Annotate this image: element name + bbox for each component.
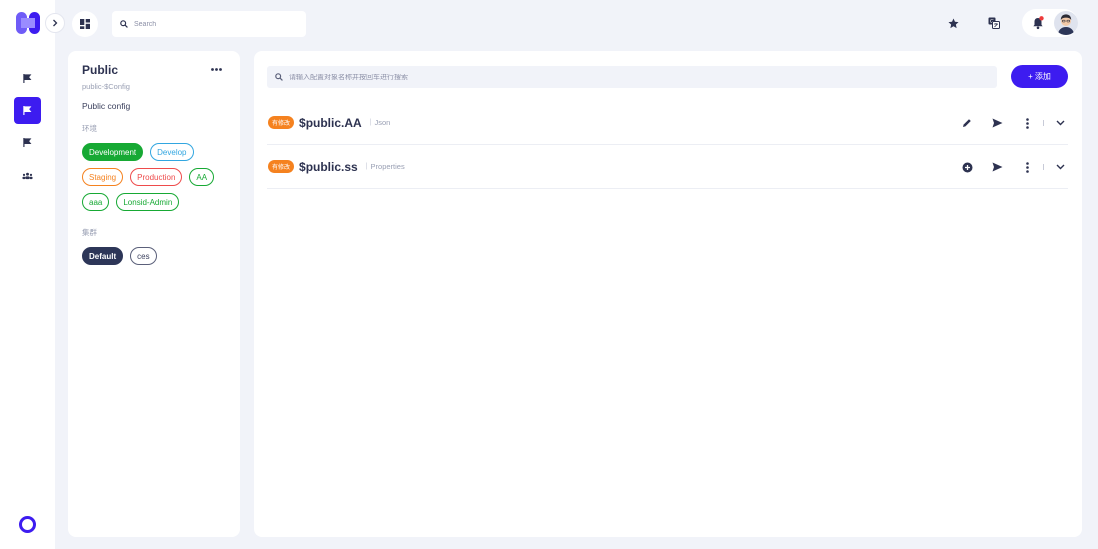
nav-flag-icon-1[interactable] [14, 65, 41, 92]
project-subtitle: public-$Config [82, 82, 130, 91]
publish-send-icon[interactable] [989, 115, 1005, 131]
app-logo[interactable] [16, 12, 40, 34]
config-row[interactable]: 有修改 $public.ss | Properties [267, 145, 1068, 189]
config-separator: | [369, 119, 372, 126]
config-search-box[interactable] [267, 66, 997, 88]
translate-icon[interactable]: G [986, 15, 1002, 31]
row-actions [959, 101, 1068, 145]
project-panel: Public public-$Config Public config 环境 D… [68, 51, 240, 537]
add-config-button[interactable]: + 添加 [1011, 65, 1068, 88]
config-search-input[interactable] [289, 73, 939, 81]
config-separator: | [365, 163, 368, 170]
top-search-box[interactable] [112, 11, 306, 37]
chevron-right-icon [53, 19, 58, 27]
project-description: Public config [82, 101, 131, 111]
config-type: Json [374, 118, 391, 127]
nav-flag-icon-3[interactable] [14, 129, 41, 156]
config-type: Properties [370, 162, 405, 171]
plus-icon: + [1028, 72, 1033, 81]
search-icon [120, 20, 128, 28]
cluster-label: 集群 [82, 228, 97, 237]
environment-label: 环境 [82, 124, 97, 133]
favorites-star-icon[interactable] [945, 15, 961, 31]
config-name[interactable]: $public.ss [299, 160, 358, 174]
config-panel: + 添加 有修改 $public.AA | Json 有修改 $public.s… [254, 51, 1082, 537]
add-button-label: 添加 [1034, 72, 1051, 81]
environment-tag[interactable]: aaa [82, 193, 110, 211]
modified-badge: 有修改 [268, 160, 295, 173]
cluster-tags: Default ces [82, 247, 230, 265]
more-vertical-icon[interactable] [1019, 159, 1035, 175]
avatar[interactable] [1054, 11, 1078, 35]
add-circle-icon[interactable] [959, 159, 975, 175]
modified-badge: 有修改 [268, 116, 295, 129]
config-name[interactable]: $public.AA [299, 116, 362, 130]
status-ring-icon[interactable] [19, 516, 36, 533]
left-rail [0, 0, 55, 549]
edit-icon[interactable] [959, 115, 975, 131]
top-search-input[interactable] [134, 20, 284, 28]
more-horizontal-icon[interactable] [210, 64, 222, 74]
cluster-tag[interactable]: ces [130, 247, 157, 265]
action-divider [1043, 120, 1044, 126]
user-area [1022, 9, 1078, 37]
environment-tag[interactable]: Lonsid-Admin [116, 193, 180, 211]
cluster-tag[interactable]: Default [82, 247, 124, 265]
environment-tag[interactable]: Production [130, 168, 183, 186]
environment-tag[interactable]: Staging [82, 168, 124, 186]
action-divider [1043, 164, 1044, 170]
config-row[interactable]: 有修改 $public.AA | Json [267, 101, 1068, 145]
nav-flag-icon-active[interactable] [14, 97, 41, 124]
bell-icon[interactable] [1030, 15, 1046, 31]
environment-tag[interactable]: Develop [150, 143, 194, 161]
environment-tag[interactable]: AA [189, 168, 215, 186]
nav-team-icon[interactable] [14, 162, 41, 189]
search-icon [275, 73, 283, 81]
environment-tag[interactable]: Development [82, 143, 144, 161]
project-title: Public [82, 63, 119, 77]
expand-sidebar-button[interactable] [45, 13, 65, 33]
more-vertical-icon[interactable] [1019, 115, 1035, 131]
publish-send-icon[interactable] [989, 159, 1005, 175]
dashboard-icon [80, 19, 90, 29]
environment-tags: Development Develop Staging Production AA aaa… [82, 143, 230, 211]
dashboard-button[interactable] [72, 11, 98, 37]
chevron-down-icon[interactable] [1052, 115, 1068, 131]
row-actions [959, 145, 1068, 189]
chevron-down-icon[interactable] [1052, 159, 1068, 175]
